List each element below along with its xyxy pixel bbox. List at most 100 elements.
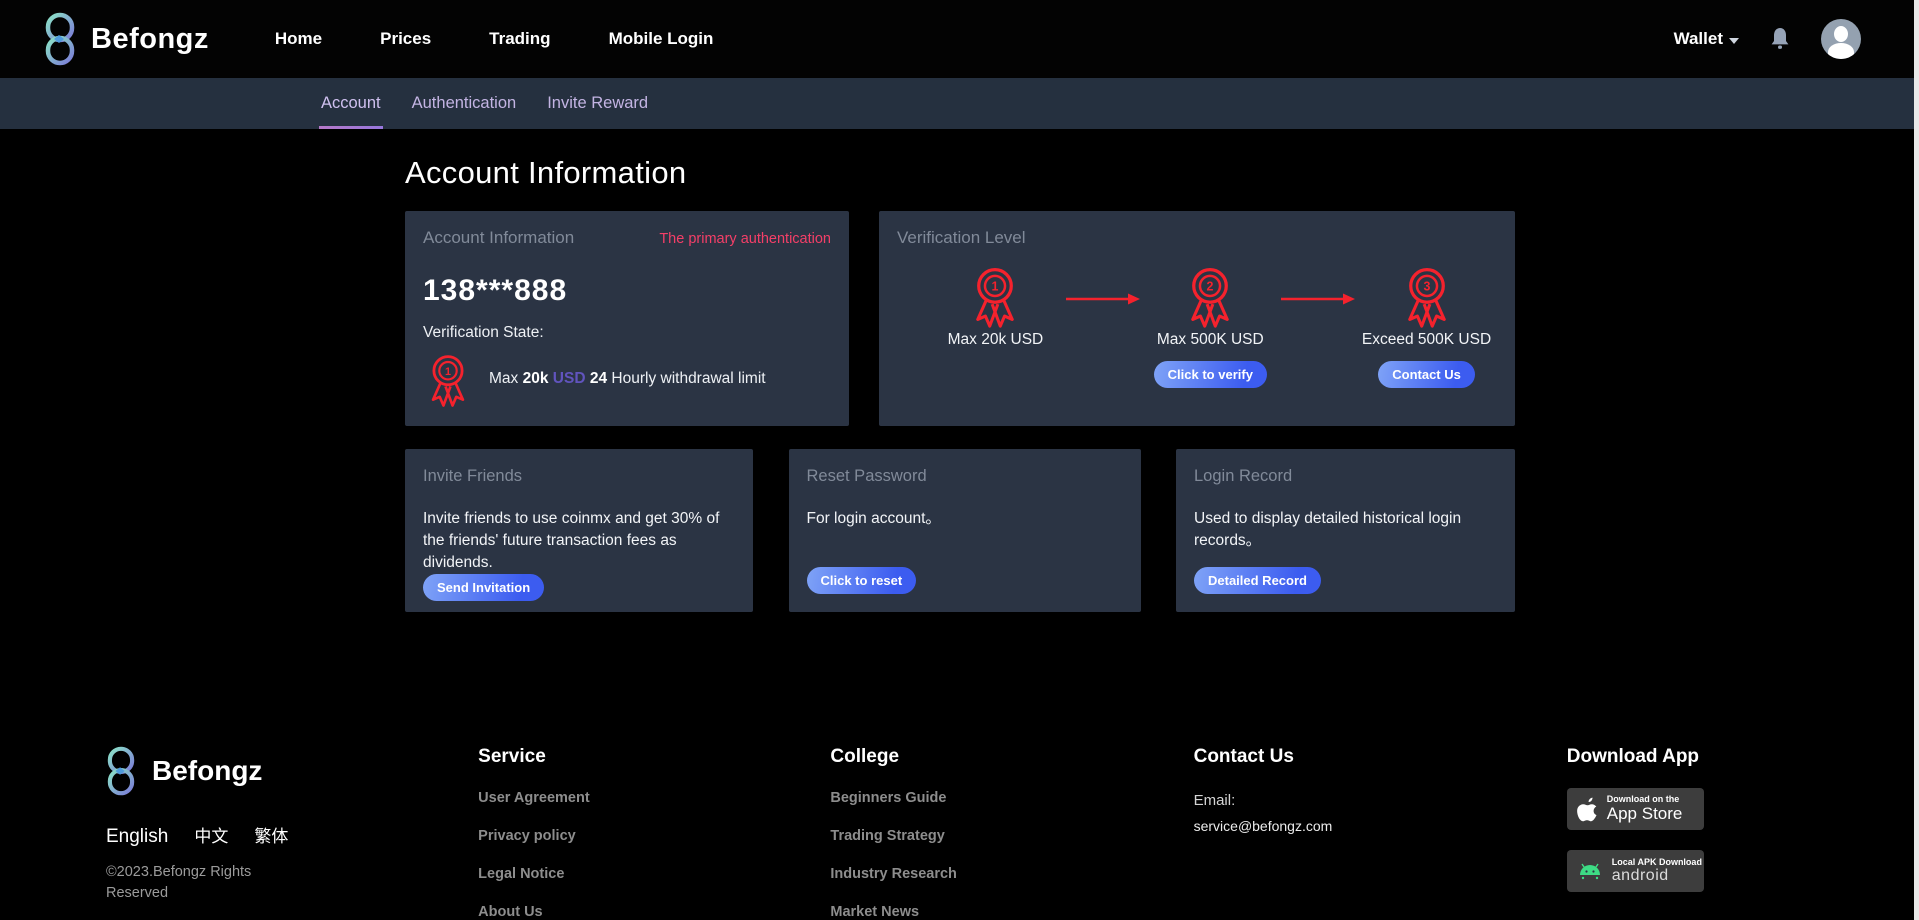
account-subnav: Account Authentication Invite Reward <box>0 78 1919 129</box>
footer-download-column: Download App Download on the App Store L… <box>1566 746 1919 920</box>
verification-card-title: Verification Level <box>897 228 1026 247</box>
verification-level-card: Verification Level 1 Max 20k USD 2 Max 5… <box>879 211 1515 426</box>
account-card-title: Account Information <box>423 228 575 247</box>
step-arrow-icon <box>1281 292 1356 306</box>
level-1-medal-icon: 1 <box>966 262 1024 329</box>
language-traditional-chinese[interactable]: 繁体 <box>254 822 288 847</box>
click-to-verify-button[interactable]: Click to verify <box>1153 361 1267 388</box>
tab-account[interactable]: Account <box>319 78 383 129</box>
wallet-dropdown[interactable]: Wallet <box>1674 29 1739 49</box>
login-record-card-body: Used to display detailed historical logi… <box>1194 510 1462 549</box>
limit-prefix: Max <box>489 370 519 387</box>
medal-number: 2 <box>1207 280 1214 294</box>
login-record-card-title: Login Record <box>1194 467 1293 485</box>
verification-steps: 1 Max 20k USD 2 Max 500K USD Click to ve… <box>925 262 1497 403</box>
wallet-label: Wallet <box>1673 29 1723 48</box>
step-2-label: Max 500K USD <box>1156 331 1264 348</box>
brand-logo[interactable]: Befongz <box>44 12 209 66</box>
email-address: service@befongz.com <box>1193 818 1333 834</box>
page-title: Account Information <box>405 155 687 190</box>
app-store-download-button[interactable]: Download on the App Store <box>1566 788 1704 830</box>
footer-brand-logo-icon <box>106 746 136 796</box>
language-english[interactable]: English <box>106 826 168 848</box>
link-legal-notice[interactable]: Legal Notice <box>478 866 830 882</box>
contact-us-button[interactable]: Contact Us <box>1378 361 1475 388</box>
limit-hours: 24 <box>589 370 608 387</box>
limit-amount: 20k <box>522 370 549 387</box>
footer-college-column: College Beginners Guide Trading Strategy… <box>830 746 1193 920</box>
step-arrow-icon <box>1065 292 1140 306</box>
language-switcher: English 中文 繁体 <box>106 822 478 848</box>
avatar-head-shape <box>1834 26 1848 42</box>
link-beginners-guide[interactable]: Beginners Guide <box>830 790 1193 806</box>
level-1-medal-icon: 1 <box>423 350 473 408</box>
click-to-reset-button[interactable]: Click to reset <box>806 567 917 594</box>
app-store-line1: Download on the <box>1606 794 1680 805</box>
brand-logo-icon <box>44 12 76 66</box>
footer-service-column: Service User Agreement Privacy policy Le… <box>478 746 830 920</box>
service-column-title: Service <box>478 746 546 767</box>
invite-card-body: Invite friends to use coinmx and get 30%… <box>423 510 720 571</box>
footer-brand-column: Befongz English 中文 繁体 ©2023.Befongz Righ… <box>106 746 478 920</box>
android-robot-icon <box>1577 862 1603 880</box>
email-label: Email: <box>1193 792 1236 809</box>
language-simplified-chinese[interactable]: 中文 <box>194 822 228 847</box>
limit-suffix: Hourly withdrawal limit <box>611 370 766 387</box>
tab-invite-reward[interactable]: Invite Reward <box>545 78 650 129</box>
level-3-medal-icon: 3 <box>1398 262 1456 329</box>
invite-friends-card: Invite Friends Invite friends to use coi… <box>405 449 753 612</box>
college-column-title: College <box>830 746 900 767</box>
medal-number: 1 <box>445 366 451 378</box>
verification-state-label: Verification State: <box>423 324 544 341</box>
chevron-down-icon <box>1729 37 1739 44</box>
download-column-title: Download App <box>1566 746 1700 767</box>
link-privacy-policy[interactable]: Privacy policy <box>478 828 830 844</box>
footer-brand-name: Befongz <box>152 755 263 786</box>
page-scrollbar[interactable] <box>1914 0 1919 920</box>
android-line2: android <box>1611 866 1669 884</box>
android-line1: Local APK Download <box>1611 856 1702 867</box>
nav-item-home[interactable]: Home <box>275 29 322 49</box>
detailed-record-button[interactable]: Detailed Record <box>1194 567 1321 594</box>
login-record-card: Login Record Used to display detailed hi… <box>1176 449 1515 612</box>
main-content: Account Information Account Information … <box>0 129 1919 666</box>
tab-authentication[interactable]: Authentication <box>410 78 519 129</box>
invite-card-title: Invite Friends <box>423 467 523 485</box>
medal-number: 3 <box>1423 280 1430 294</box>
android-apk-download-button[interactable]: Local APK Download android <box>1566 850 1704 892</box>
footer: Befongz English 中文 繁体 ©2023.Befongz Righ… <box>0 666 1919 920</box>
link-industry-research[interactable]: Industry Research <box>830 866 1193 882</box>
limit-currency: USD <box>552 370 586 387</box>
avatar-torso-shape <box>1828 43 1854 59</box>
step-1-label: Max 20k USD <box>947 331 1044 348</box>
send-invitation-button[interactable]: Send Invitation <box>423 574 545 601</box>
withdrawal-limit-text: Max 20k USD 24 Hourly withdrawal limit <box>489 370 766 388</box>
masked-phone-number: 138***888 <box>423 274 568 307</box>
verification-step-1: 1 Max 20k USD <box>925 262 1066 403</box>
nav-item-mobile-login[interactable]: Mobile Login <box>609 29 714 49</box>
account-info-card: Account Information The primary authenti… <box>405 211 849 426</box>
reset-password-card: Reset Password For login account。 Click … <box>788 449 1141 612</box>
verification-step-2: 2 Max 500K USD Click to verify <box>1140 262 1281 403</box>
link-trading-strategy[interactable]: Trading Strategy <box>830 828 1193 844</box>
link-user-agreement[interactable]: User Agreement <box>478 790 830 806</box>
contact-column-title: Contact Us <box>1193 746 1294 767</box>
apple-logo-icon <box>1576 797 1598 822</box>
link-about-us[interactable]: About Us <box>478 904 830 920</box>
nav-item-trading[interactable]: Trading <box>489 29 550 49</box>
brand-name: Befongz <box>91 22 209 55</box>
reset-card-title: Reset Password <box>806 467 927 485</box>
primary-auth-badge: The primary authentication <box>659 231 831 247</box>
level-2-medal-icon: 2 <box>1181 262 1239 329</box>
notification-bell-icon[interactable] <box>1769 27 1791 51</box>
header-right: Wallet <box>1674 19 1861 59</box>
user-avatar[interactable] <box>1821 19 1861 59</box>
footer-contact-column: Contact Us Email: service@befongz.com <box>1194 746 1567 920</box>
reset-card-body: For login account。 <box>806 510 941 527</box>
link-market-news[interactable]: Market News <box>830 904 1193 920</box>
nav-item-prices[interactable]: Prices <box>380 29 431 49</box>
medal-number: 1 <box>992 280 999 294</box>
verification-step-3: 3 Exceed 500K USD Contact Us <box>1356 262 1497 403</box>
app-store-line2: App Store <box>1606 804 1683 824</box>
copyright-text: ©2023.Befongz Rights Reserved <box>106 864 252 902</box>
